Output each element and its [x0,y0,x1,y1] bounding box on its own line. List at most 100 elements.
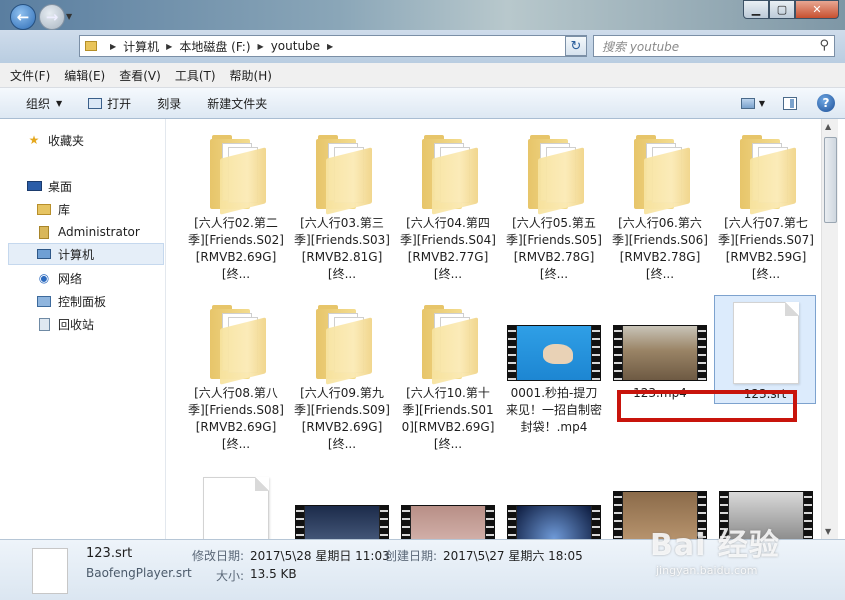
created-date-value: 2017\5\27 星期六 18:05 [443,549,583,563]
search-icon[interactable]: ⚲ [819,38,829,53]
file-name: 0001.秒拍-提刀来见！一招自制密封袋！.mp4 [505,386,602,434]
help-icon[interactable]: ? [817,94,835,112]
forward-button[interactable]: → [39,4,65,30]
document-icon [32,548,68,594]
address-bar[interactable]: ▶ 计算机 ▶ 本地磁盘 (F:) ▶ youtube ▶ ▼ [79,35,587,57]
folder-icon [609,125,711,215]
change-view-icon[interactable] [740,97,755,109]
folder-item[interactable]: [六人行10.第十季][Friends.S010][RMVB2.69G][终..… [397,295,499,453]
close-button[interactable]: ✕ [795,0,839,19]
folder-item[interactable]: [六人行08.第八季][Friends.S08][RMVB2.69G][终... [185,295,287,453]
nav-library-label: 库 [58,202,71,217]
created-date-label: 创建日期: [385,549,438,563]
file-name: [六人行08.第八季][Friends.S08][RMVB2.69G][终... [188,386,284,451]
document-file-item[interactable] [185,465,287,539]
refresh-button[interactable]: ↻ [565,36,587,56]
user-folder-icon [36,225,52,239]
video-thumbnail [291,465,393,539]
folder-item[interactable]: [六人行09.第九季][Friends.S09][RMVB2.69G][终... [291,295,393,453]
document-icon [185,465,287,539]
chevron-right-icon[interactable]: ▶ [110,42,116,51]
recent-pages-dropdown-icon[interactable]: ▼ [66,12,72,21]
folder-icon [85,41,97,51]
video-thumbnail [503,295,605,385]
modified-date-label: 修改日期: [192,549,245,563]
folder-icon [397,125,499,215]
breadcrumb-youtube[interactable]: youtube [271,39,320,53]
network-icon: ◉ [38,271,50,285]
back-button[interactable]: ← [10,4,36,30]
nav-favorites-label: 收藏夹 [48,133,85,148]
watermark: Bai 经验 jingyan.baidu.com [650,520,820,580]
breadcrumb-computer[interactable]: 计算机 [123,38,159,55]
menu-tools[interactable]: 工具(T) [175,67,216,84]
open-button[interactable]: 打开 [88,95,131,112]
nav-administrator-label: Administrator [58,225,140,239]
chevron-down-icon: ▼ [56,98,63,108]
folder-item[interactable]: [六人行02.第二季][Friends.S02][RMVB2.69G][终... [185,125,287,283]
file-name: [六人行06.第六季][Friends.S06][RMVB2.78G][终... [612,216,708,281]
scroll-down-icon[interactable]: ▼ [825,527,831,536]
scrollbar-thumb[interactable] [824,137,837,223]
file-name: [六人行02.第二季][Friends.S02][RMVB2.69G][终... [188,216,284,281]
new-folder-button[interactable]: 新建文件夹 [207,95,267,112]
file-name: [六人行07.第七季][Friends.S07][RMVB2.59G][终... [718,216,814,281]
menu-view[interactable]: 查看(V) [119,67,161,84]
folder-icon [397,295,499,385]
video-file-item[interactable] [397,465,499,539]
chevron-right-icon[interactable]: ▶ [258,42,264,51]
nav-favorites[interactable]: ★ 收藏夹 [26,129,182,151]
folder-icon [185,125,287,215]
maximize-button[interactable]: ▢ [769,0,795,19]
folder-item[interactable]: [六人行04.第四季][Friends.S04][RMVB2.77G][终... [397,125,499,283]
breadcrumb-drive[interactable]: 本地磁盘 (F:) [179,38,250,55]
search-input[interactable]: 搜索 youtube ⚲ [593,35,835,57]
folder-item[interactable]: [六人行03.第三季][Friends.S03][RMVB2.81G][终... [291,125,393,283]
organize-button[interactable]: 组织 ▼ [26,95,62,112]
nav-computer-label: 计算机 [58,247,95,262]
video-file-item[interactable] [503,465,605,539]
explorer-body: ★ 收藏夹 桌面 库 Administrator 计算机 ◉ 网络 控制面板 回… [0,119,845,539]
recycle-bin-icon [36,317,52,331]
folder-icon [291,125,393,215]
nav-network-label: 网络 [58,271,83,286]
file-name: [六人行09.第九季][Friends.S09][RMVB2.69G][终... [294,386,390,451]
burn-button[interactable]: 刻录 [157,95,181,112]
size-label: 大小: [216,569,245,583]
file-name: [六人行05.第五季][Friends.S05][RMVB2.78G][终... [506,216,602,281]
minimize-button[interactable]: ▁ [743,0,769,19]
file-name: [六人行03.第三季][Friends.S03][RMVB2.81G][终... [294,216,390,281]
folder-icon [291,295,393,385]
command-bar: 组织 ▼ 打开 刻录 新建文件夹 ▼ ? [0,88,845,119]
nav-recycle-bin-label: 回收站 [58,317,95,332]
video-file-item[interactable] [291,465,393,539]
folder-item[interactable]: [六人行06.第六季][Friends.S06][RMVB2.78G][终... [609,125,711,283]
folder-item[interactable]: [六人行05.第五季][Friends.S05][RMVB2.78G][终... [503,125,605,283]
nav-desktop[interactable]: 桌面 [26,175,182,197]
video-thumbnail [397,465,499,539]
menu-help[interactable]: 帮助(H) [230,67,272,84]
view-options-dropdown-icon[interactable]: ▼ [759,99,765,108]
details-file-name: 123.srt [86,546,133,561]
nav-control-panel-label: 控制面板 [58,294,107,309]
menu-edit[interactable]: 编辑(E) [64,67,105,84]
size-value: 13.5 KB [250,567,297,581]
star-icon: ★ [28,133,40,147]
document-file-item-selected[interactable]: 123.srt [714,295,816,404]
scroll-up-icon[interactable]: ▲ [825,122,831,131]
vertical-scrollbar[interactable]: ▲ ▼ [821,119,838,539]
file-list[interactable]: [六人行02.第二季][Friends.S02][RMVB2.69G][终...… [167,119,821,539]
video-thumbnail [609,295,711,385]
video-file-item[interactable]: 0001.秒拍-提刀来见！一招自制密封袋！.mp4 [503,295,605,436]
preview-pane-icon[interactable] [783,96,797,110]
folder-item[interactable]: [六人行07.第七季][Friends.S07][RMVB2.59G][终... [715,125,817,283]
desktop-icon [26,179,42,193]
chevron-right-icon[interactable]: ▶ [166,42,172,51]
document-icon [715,296,815,386]
video-file-item[interactable]: 123.mp4 [609,295,711,402]
chevron-right-icon[interactable]: ▶ [327,42,333,51]
folder-icon [503,125,605,215]
nav-computer[interactable]: 计算机 [8,243,164,265]
menu-file[interactable]: 文件(F) [10,67,50,84]
navigation-pane[interactable]: ★ 收藏夹 桌面 库 Administrator 计算机 ◉ 网络 控制面板 回… [8,119,166,539]
